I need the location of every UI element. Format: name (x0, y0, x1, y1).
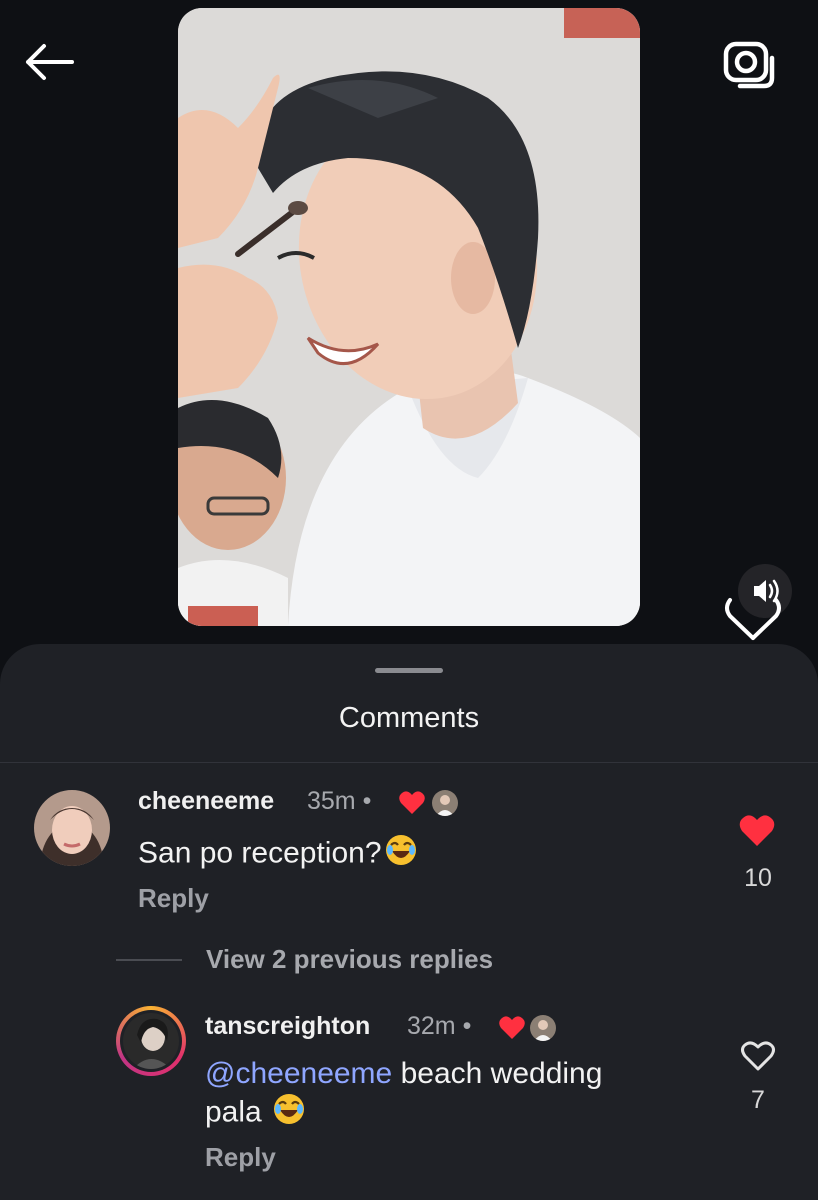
reply-username[interactable]: tanscreighton (205, 1012, 370, 1041)
creator-avatar-mini (530, 1015, 556, 1041)
comment-username[interactable]: cheeneeme (138, 787, 274, 816)
creator-liked-heart-icon (399, 791, 425, 814)
comment-text: San po reception? (138, 833, 418, 876)
reply-text: @cheeneeme beach wedding pala (205, 1056, 705, 1135)
divider (0, 762, 818, 763)
sheet-title: Comments (338, 702, 480, 734)
comments-sheet: Comments cheeneeme 35m • San po receptio… (0, 644, 818, 1200)
reply-time: 32m • (407, 1012, 472, 1040)
arrow-left-icon (26, 44, 74, 80)
comment-like-count: 10 (744, 864, 772, 892)
post-image[interactable] (178, 8, 640, 626)
avatar[interactable] (34, 790, 110, 866)
heart-outline-icon (741, 1041, 775, 1071)
drag-handle[interactable] (375, 668, 443, 673)
view-previous-replies[interactable]: View 2 previous replies (116, 944, 493, 975)
creator-avatar-mini (432, 790, 458, 816)
comment-time: 35m • (307, 787, 372, 815)
back-button[interactable] (22, 34, 78, 90)
laughing-emoji-icon (384, 833, 418, 876)
time-value: 32m (407, 1012, 456, 1040)
thread-line (116, 958, 182, 961)
reply-button[interactable]: Reply (138, 883, 209, 914)
reply-body-line2: pala (205, 1095, 262, 1129)
mention-link[interactable]: @cheeneeme (205, 1057, 392, 1090)
comment-like-button[interactable] (738, 814, 776, 853)
camera-button[interactable] (718, 36, 778, 92)
heart-filled-icon (739, 815, 775, 846)
time-value: 35m (307, 787, 356, 815)
reply-like-count: 7 (751, 1086, 765, 1114)
heart-outline-icon (725, 598, 781, 640)
view-replies-label: View 2 previous replies (206, 944, 494, 974)
laughing-emoji-icon (272, 1092, 306, 1135)
comment-body: San po reception? (138, 836, 382, 870)
post-like-button[interactable] (722, 592, 784, 644)
camera-icon (723, 41, 775, 89)
reply-like-button[interactable] (740, 1040, 776, 1077)
reply-button[interactable]: Reply (205, 1142, 276, 1173)
reply-body-line1: beach wedding (392, 1057, 603, 1090)
reply-avatar[interactable] (116, 1006, 186, 1076)
creator-liked-heart-icon (499, 1016, 525, 1039)
